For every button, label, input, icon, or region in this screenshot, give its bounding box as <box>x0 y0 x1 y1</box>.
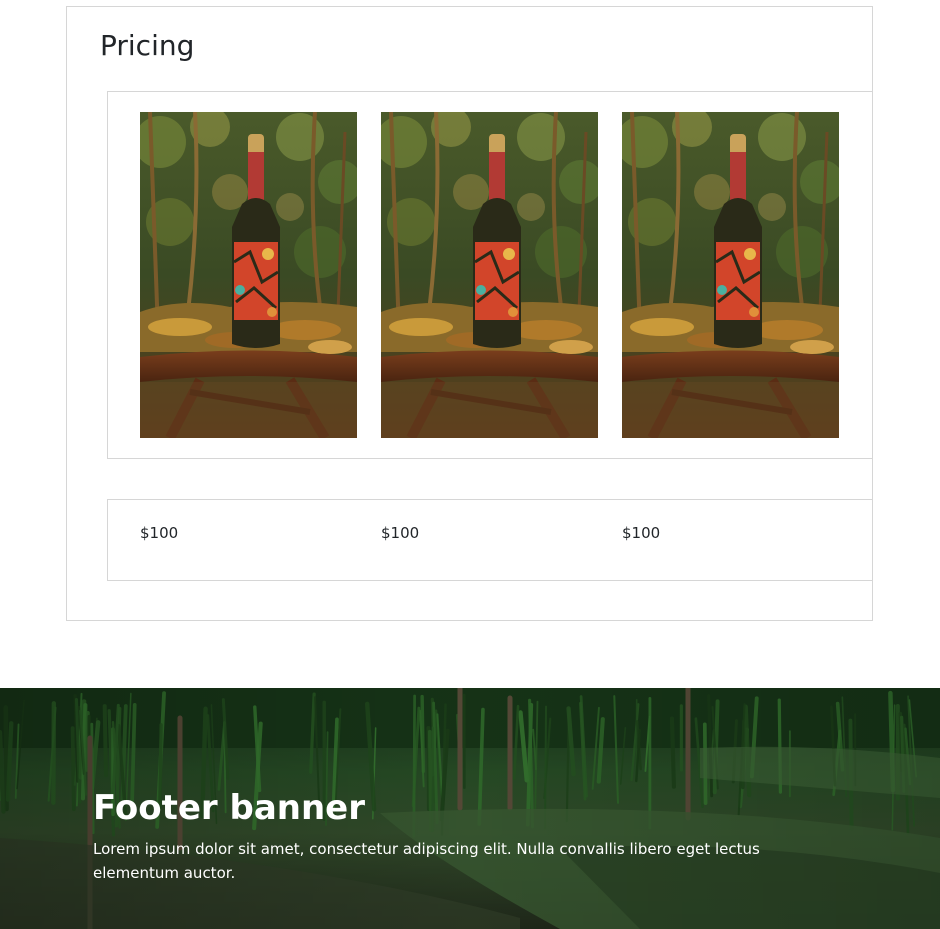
price-label-3: $100 <box>622 524 661 542</box>
pricing-title: Pricing <box>100 29 195 62</box>
footer-text: Lorem ipsum dolor sit amet, consectetur … <box>93 840 760 882</box>
pricing-card: Pricing $100 $100 $100 <box>66 6 873 621</box>
price-label-1: $100 <box>140 524 179 542</box>
product-image-2 <box>381 112 598 438</box>
footer-title: Footer banner <box>93 788 365 828</box>
footer-banner: Footer banner Lorem ipsum dolor sit amet… <box>0 688 940 929</box>
price-row: $100 $100 $100 <box>107 499 873 581</box>
product-image-3 <box>622 112 839 438</box>
product-image-row <box>107 91 873 459</box>
price-label-2: $100 <box>381 524 420 542</box>
product-image-1 <box>140 112 357 438</box>
